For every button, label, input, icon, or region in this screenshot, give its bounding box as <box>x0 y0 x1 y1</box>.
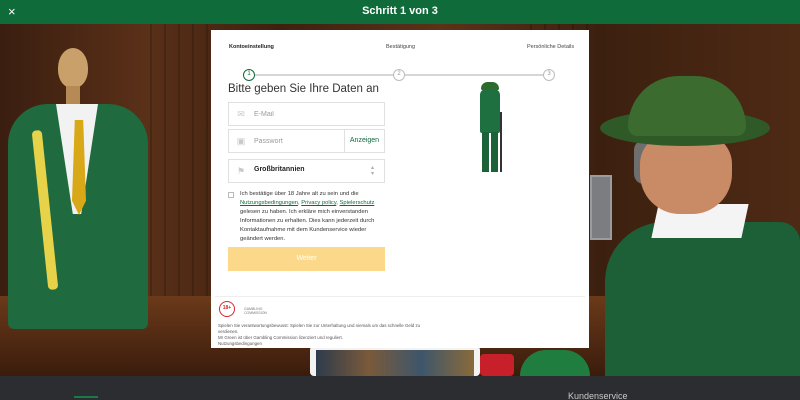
country-value: Großbritannien <box>254 166 305 173</box>
registration-modal: Kontoeinstellung Bestätigung Persönliche… <box>211 30 589 348</box>
figure-body <box>480 89 500 133</box>
man-coat <box>605 222 800 376</box>
consent-checkbox[interactable] <box>228 192 234 198</box>
step-label-confirm: Bestätigung <box>386 44 416 50</box>
footer-accent <box>74 396 98 398</box>
continue-button[interactable]: Weiter <box>228 247 385 271</box>
tablet-device <box>310 346 480 376</box>
country-select[interactable]: ⚑ Großbritannien ▴ ▾ <box>228 159 385 183</box>
figure-leg <box>491 132 498 172</box>
email-field[interactable]: ✉ <box>228 102 385 126</box>
form-heading: Bitte geben Sie Ihre Daten an <box>228 83 379 95</box>
age-18-badge: 18+ <box>219 301 235 317</box>
consent-text-part: gelesen zu haben. Ich erkläre mich einve… <box>240 209 375 242</box>
mr-green-figure <box>473 82 507 174</box>
legal-terms-link[interactable]: Nutzungsbedingungen <box>218 341 438 347</box>
privacy-link[interactable]: Privacy policy <box>301 200 336 206</box>
red-dice <box>480 354 514 376</box>
figure-leg <box>482 132 489 172</box>
step-dot-1: 1 <box>243 69 255 81</box>
step-dot-3: 3 <box>543 69 555 81</box>
step-label-personal: Persönliche Details <box>527 44 575 50</box>
player-protection-link[interactable]: Spielerschutz <box>340 200 375 206</box>
top-bar: × Schritt 1 von 3 <box>0 0 800 24</box>
flag-icon: ⚑ <box>236 166 246 176</box>
umbrella-icon <box>500 112 502 172</box>
envelope-icon: ✉ <box>237 109 245 119</box>
consent-separator: , <box>336 200 338 206</box>
show-password-button[interactable]: Anzeigen <box>344 130 384 152</box>
stepper: Kontoeinstellung Bestätigung Persönliche… <box>229 42 574 82</box>
email-input[interactable] <box>254 107 359 122</box>
gambling-commission-logo: GAMBLING COMMISSION <box>244 307 267 315</box>
divider <box>215 296 585 297</box>
password-field[interactable]: ▣ Anzeigen <box>228 129 385 153</box>
window-panel <box>590 175 612 240</box>
footer: Kundenservice <box>0 376 800 400</box>
lock-icon: ▣ <box>236 136 246 146</box>
man-head <box>640 134 732 214</box>
legal-line: Spielen Sie verantwortungsbewusst: Spiel… <box>218 323 421 334</box>
terms-link[interactable]: Nutzungsbedingungen <box>240 200 298 206</box>
tablet-screen <box>316 350 474 376</box>
consent-separator: , <box>298 200 300 206</box>
page-title: Schritt 1 von 3 <box>362 5 438 17</box>
consent-text: Ich bestätige über 18 Jahre alt zu sein … <box>240 190 390 244</box>
chevron-updown-icon: ▴ ▾ <box>370 165 374 177</box>
consent-text-part: Ich bestätige über 18 Jahre alt zu sein … <box>240 191 359 197</box>
footer-customer-service[interactable]: Kundenservice <box>568 391 628 400</box>
mannequin-head <box>58 48 88 88</box>
legal-text: Spielen Sie verantwortungsbewusst: Spiel… <box>218 323 438 347</box>
step-label-account: Kontoeinstellung <box>229 44 274 50</box>
step-dot-2: 2 <box>393 69 405 81</box>
